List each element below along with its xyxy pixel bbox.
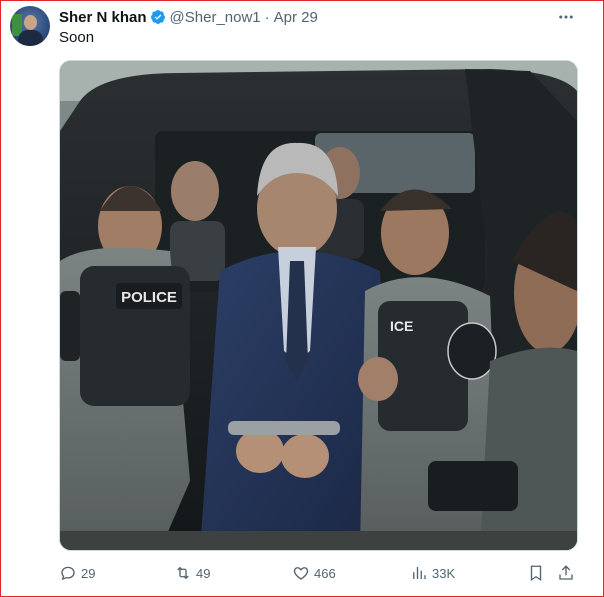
avatar-face bbox=[24, 15, 37, 30]
post-header: Sher N khan @Sher_now1 · Apr 29 bbox=[59, 7, 318, 27]
views-button[interactable]: 33K bbox=[410, 563, 455, 583]
post-image[interactable]: POLICE ICE bbox=[59, 60, 578, 551]
author-handle[interactable]: @Sher_now1 bbox=[170, 9, 261, 26]
like-count: 466 bbox=[314, 565, 336, 581]
bookmark-button[interactable] bbox=[527, 563, 549, 583]
verified-badge-icon bbox=[150, 9, 166, 25]
reply-button[interactable]: 29 bbox=[59, 563, 95, 583]
reply-count: 29 bbox=[81, 565, 96, 581]
post-text: Soon bbox=[59, 29, 95, 46]
views-count: 33K bbox=[432, 565, 456, 581]
post-date[interactable]: Apr 29 bbox=[274, 9, 318, 26]
repost-button[interactable]: 49 bbox=[174, 563, 210, 583]
views-icon bbox=[413, 567, 426, 579]
share-button[interactable] bbox=[557, 563, 579, 583]
police-patch-text: POLICE bbox=[121, 289, 177, 306]
more-icon[interactable] bbox=[556, 8, 576, 26]
avatar-body bbox=[18, 30, 43, 46]
repost-icon bbox=[177, 566, 189, 580]
avatar[interactable] bbox=[10, 6, 50, 46]
author-name[interactable]: Sher N khan bbox=[59, 9, 147, 26]
reply-icon bbox=[61, 566, 75, 581]
separator-dot: · bbox=[264, 8, 270, 26]
like-icon bbox=[293, 567, 309, 580]
bookmark-icon bbox=[530, 565, 542, 582]
ice-patch-text: ICE bbox=[390, 318, 413, 334]
share-icon bbox=[559, 565, 573, 580]
action-bar: 29 49 466 33K bbox=[59, 563, 579, 583]
like-button[interactable]: 466 bbox=[292, 563, 336, 583]
repost-count: 49 bbox=[196, 565, 211, 581]
